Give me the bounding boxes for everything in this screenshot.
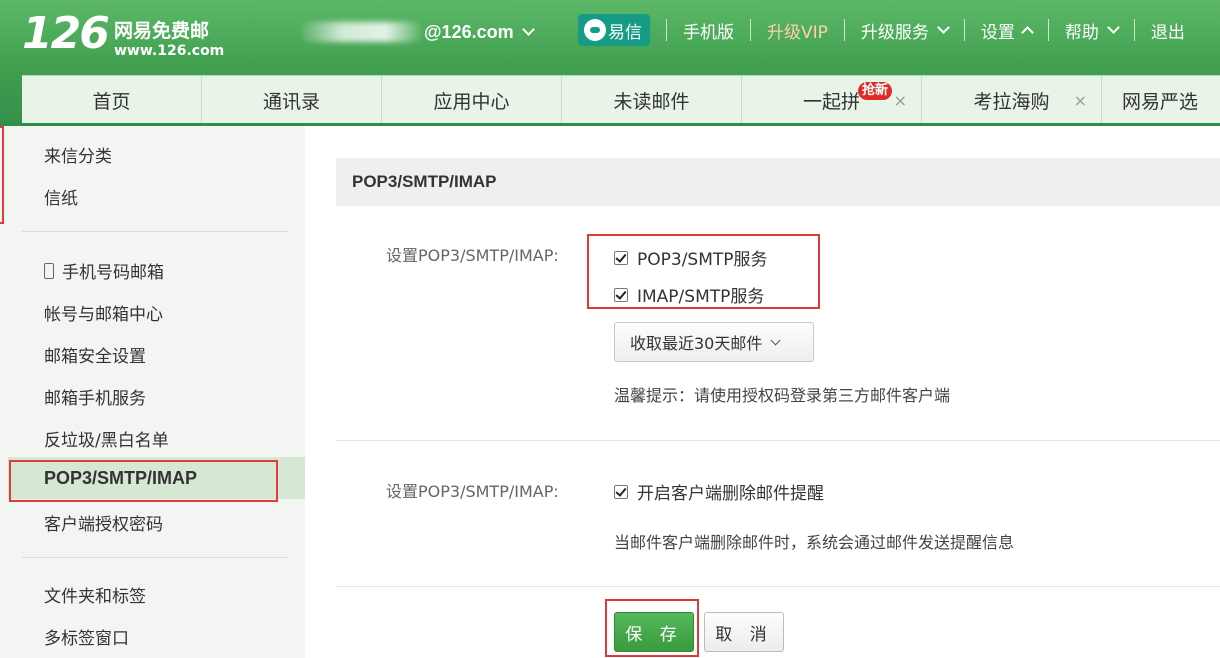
settings-menu[interactable]: 设置: [980, 18, 1034, 43]
settings-label: 设置: [980, 22, 1015, 43]
sidebar-item-phone-mailbox[interactable]: 手机号码邮箱: [44, 258, 164, 283]
chevron-up-icon: [1021, 25, 1034, 39]
help-label: 帮助: [1064, 22, 1099, 43]
nav-separator: [666, 19, 667, 41]
new-badge: 抢新: [858, 82, 893, 100]
section-label: 设置POP3/SMTP/IMAP:: [386, 246, 559, 265]
sidebar-item-label: 来信分类: [44, 147, 112, 167]
sidebar-item-client-auth-password[interactable]: 客户端授权密码: [44, 510, 163, 535]
sidebar-item-account-center[interactable]: 帐号与邮箱中心: [44, 300, 163, 325]
sidebar-item-label: 手机号码邮箱: [62, 263, 164, 283]
nav-separator: [1133, 19, 1135, 41]
close-icon[interactable]: ×: [1074, 91, 1087, 110]
tab-yanxuan[interactable]: 网易严选: [1102, 76, 1220, 124]
mobile-link[interactable]: 手机版: [683, 18, 734, 43]
sidebar-item-label: 邮箱安全设置: [44, 347, 146, 367]
sidebar-item-antispam[interactable]: 反垃圾/黑白名单: [44, 426, 169, 451]
tab-bar: 首页 通讯录 应用中心 未读邮件 一起拼 抢新 × 考拉海购 × 网易严选: [22, 75, 1220, 124]
section-divider: [336, 586, 1220, 587]
tab-label: 考拉海购: [973, 90, 1050, 113]
tab-label: 未读邮件: [613, 90, 690, 113]
sidebar-item-stationery[interactable]: 信纸: [44, 184, 78, 209]
sidebar-item-folders-tags[interactable]: 文件夹和标签: [44, 582, 146, 607]
sidebar-item-label: 反垃圾/黑白名单: [44, 431, 169, 451]
sidebar-item-security[interactable]: 邮箱安全设置: [44, 342, 146, 367]
yixin-label: 易信: [608, 22, 642, 43]
logo-url: www.126.com: [114, 43, 225, 59]
vip-link[interactable]: 升级VIP: [767, 18, 828, 43]
tab-label: 通讯录: [262, 90, 320, 113]
sidebar-item-mail-sort[interactable]: 来信分类: [44, 142, 112, 167]
account-domain: @126.com: [424, 21, 514, 42]
tab-label: 首页: [92, 90, 131, 113]
delete-reminder-checkbox[interactable]: [614, 484, 628, 499]
sidebar-item-label: 邮箱手机服务: [44, 389, 146, 409]
sidebar-item-label: 信纸: [44, 189, 78, 209]
panel-header: POP3/SMTP/IMAP: [336, 158, 1220, 206]
chevron-down-icon: [1107, 21, 1120, 34]
logo-number: 126: [22, 8, 110, 59]
chevron-down-icon: [937, 21, 950, 34]
logout-link[interactable]: 退出: [1151, 18, 1185, 43]
chevron-down-icon: [770, 335, 781, 345]
select-value: 收取最近30天邮件: [630, 334, 763, 353]
auth-code-tip: 温馨提示：请使用授权码登录第三方邮件客户端: [614, 386, 951, 405]
tab-kaola[interactable]: 考拉海购 ×: [922, 76, 1102, 124]
nav-separator: [750, 19, 751, 41]
option-label: 开启客户端删除邮件提醒: [637, 484, 824, 504]
delete-reminder-option[interactable]: 开启客户端删除邮件提醒: [614, 479, 824, 504]
section-label: 设置POP3/SMTP/IMAP:: [386, 482, 559, 501]
sidebar-item-multi-tab[interactable]: 多标签窗口: [44, 624, 129, 649]
tab-home[interactable]: 首页: [22, 76, 202, 124]
chevron-down-icon: [521, 23, 535, 36]
sidebar-item-label: 客户端授权密码: [44, 515, 163, 535]
sidebar-item-label: 多标签窗口: [44, 629, 129, 649]
cancel-button[interactable]: 取 消: [704, 612, 784, 652]
nav-separator: [963, 19, 965, 41]
tab-label: 网易严选: [1122, 90, 1199, 113]
annotation-box: [605, 599, 699, 657]
upgrade-service-label: 升级服务: [860, 22, 929, 43]
phone-icon: [44, 262, 54, 279]
pop3-settings-panel: POP3/SMTP/IMAP 设置POP3/SMTP/IMAP: POP3/SM…: [336, 158, 1220, 658]
sidebar-item-label: 文件夹和标签: [44, 587, 146, 607]
settings-content: POP3/SMTP/IMAP 设置POP3/SMTP/IMAP: POP3/SM…: [305, 126, 1220, 658]
section-divider: [336, 440, 1220, 441]
nav-separator: [1047, 19, 1049, 41]
upgrade-service-menu[interactable]: 升级服务: [860, 18, 950, 43]
annotation-box: [587, 234, 820, 309]
tab-group-buy[interactable]: 一起拼 抢新 ×: [742, 76, 922, 124]
yixin-button[interactable]: 易信: [578, 14, 650, 46]
nav-separator: [843, 19, 845, 41]
help-menu[interactable]: 帮助: [1064, 18, 1120, 43]
sidebar-divider: [22, 231, 288, 232]
sidebar-item-mobile-service[interactable]: 邮箱手机服务: [44, 384, 146, 409]
tab-app-center[interactable]: 应用中心: [382, 76, 562, 124]
tab-label: 一起拼: [802, 90, 860, 113]
close-icon[interactable]: ×: [894, 91, 907, 110]
delete-reminder-description: 当邮件客户端删除邮件时，系统会通过邮件发送提醒信息: [614, 533, 1015, 552]
tab-unread[interactable]: 未读邮件: [562, 76, 742, 124]
top-nav: 易信 手机版 升级VIP 升级服务 设置 帮助 退出: [560, 14, 1185, 46]
tab-contacts[interactable]: 通讯录: [202, 76, 382, 124]
tab-label: 应用中心: [433, 90, 510, 113]
account-name-blurred: [300, 22, 422, 42]
page-title: POP3/SMTP/IMAP: [352, 172, 497, 191]
sidebar-divider: [22, 557, 288, 558]
fetch-range-select[interactable]: 收取最近30天邮件: [614, 322, 814, 362]
app-header: 126 网易免费邮 www.126.com @126.com 易信 手机版 升级…: [0, 0, 1220, 125]
annotation-box: [0, 126, 4, 224]
settings-sidebar: 来信分类 信纸 手机号码邮箱 帐号与邮箱中心 邮箱安全设置 邮箱手机服务 反垃圾…: [0, 126, 305, 658]
sidebar-item-label: 帐号与邮箱中心: [44, 305, 163, 325]
logo-name: 网易免费邮: [114, 20, 210, 42]
yixin-icon: [584, 19, 606, 41]
annotation-box: [9, 460, 278, 502]
account-menu[interactable]: @126.com: [300, 18, 535, 46]
